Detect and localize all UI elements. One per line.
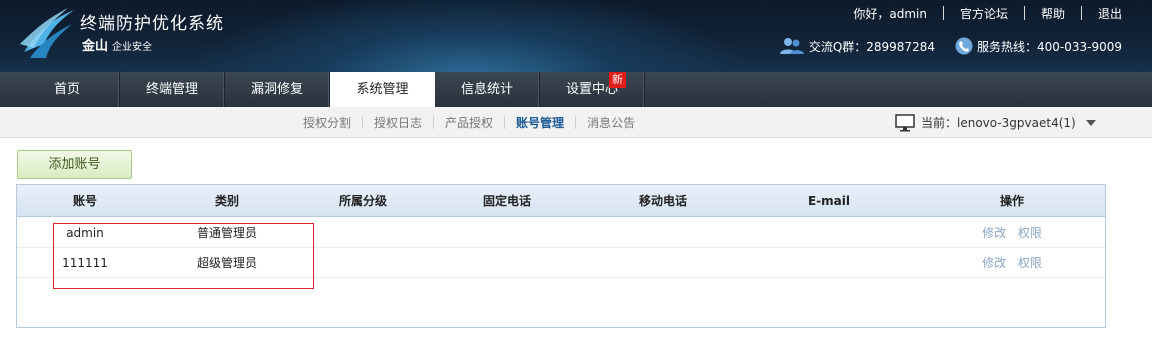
permissions-link[interactable]: 权限 — [1018, 226, 1042, 240]
phone-icon — [955, 37, 973, 55]
cell-account: 111111 — [62, 256, 108, 270]
monitor-icon — [895, 113, 915, 131]
app-title: 终端防护优化系统 — [80, 14, 224, 34]
cell-email — [779, 248, 879, 278]
cell-group — [313, 218, 413, 248]
subnav-item-auth-log[interactable]: 授权日志 — [363, 114, 433, 131]
add-account-button[interactable]: 添加账号 — [17, 150, 132, 179]
edit-link[interactable]: 修改 — [982, 226, 1006, 240]
help-link[interactable]: 帮助 — [1041, 5, 1065, 22]
chevron-down-icon[interactable] — [1085, 119, 1096, 126]
nav-item-stats[interactable]: 信息统计 — [435, 72, 540, 107]
accounts-table: 账号 类别 所属分级 固定电话 移动电话 E-mail 操作 admin 普通管… — [16, 184, 1106, 328]
table-row: admin 普通管理员 修改 权限 — [17, 218, 1105, 248]
edit-link[interactable]: 修改 — [982, 256, 1006, 270]
sub-nav: 授权分割 授权日志 产品授权 账号管理 消息公告 当前：lenovo-3gpva… — [0, 107, 1152, 138]
subnav-item-auth-split[interactable]: 授权分割 — [292, 114, 362, 131]
main-nav: 首页 终端管理 漏洞修复 系统管理 信息统计 设置中心 新 — [0, 72, 1152, 107]
cell-type: 普通管理员 — [196, 226, 257, 240]
cell-phone — [457, 248, 557, 278]
top-links: 你好，admin 官方论坛 帮助 退出 — [853, 4, 1122, 22]
cell-type: 超级管理员 — [196, 256, 257, 270]
nav-item-settings[interactable]: 设置中心 新 — [540, 72, 645, 107]
user-greeting: 你好，admin — [853, 6, 927, 21]
new-badge: 新 — [609, 72, 626, 88]
table-header: 账号 类别 所属分级 固定电话 移动电话 E-mail 操作 — [17, 185, 1105, 217]
current-terminal-label: 当前：lenovo-3gpvaet4(1) — [921, 116, 1076, 130]
subnav-item-accounts[interactable]: 账号管理 — [505, 114, 575, 131]
brand-subtitle: 企业安全 — [112, 42, 152, 53]
logout-link[interactable]: 退出 — [1098, 5, 1122, 22]
nav-item-home[interactable]: 首页 — [15, 72, 120, 107]
subnav-item-notices[interactable]: 消息公告 — [576, 114, 646, 131]
cell-mobile — [613, 218, 713, 248]
permissions-link[interactable]: 权限 — [1018, 256, 1042, 270]
table-row: 111111 超级管理员 修改 权限 — [17, 248, 1105, 278]
column-header-email: E-mail — [807, 194, 850, 208]
cell-mobile — [613, 248, 713, 278]
column-header-phone: 固定电话 — [482, 194, 531, 208]
cell-account: admin — [66, 226, 104, 240]
current-terminal: 当前：lenovo-3gpvaet4(1) — [895, 107, 1096, 138]
users-icon — [779, 38, 804, 54]
hotline-text: 服务热线：400-033-9009 — [976, 39, 1122, 54]
contact-info: 交流Q群：289987284 服务热线：400-033-9009 — [779, 37, 1122, 55]
column-header-actions: 操作 — [999, 194, 1024, 208]
column-header-mobile: 移动电话 — [638, 194, 687, 208]
cell-phone — [457, 218, 557, 248]
cell-actions: 修改 权限 — [947, 248, 1077, 278]
brand-name: 金山 — [82, 39, 109, 54]
cell-actions: 修改 权限 — [947, 218, 1077, 248]
column-header-account: 账号 — [72, 194, 97, 208]
nav-item-system[interactable]: 系统管理 — [330, 72, 435, 107]
nav-item-terminal[interactable]: 终端管理 — [120, 72, 225, 107]
forum-link[interactable]: 官方论坛 — [960, 5, 1008, 22]
divider — [1023, 6, 1025, 20]
column-header-group: 所属分级 — [338, 194, 387, 208]
cell-group — [313, 248, 413, 278]
nav-item-vuln-fix[interactable]: 漏洞修复 — [225, 72, 330, 107]
kingsoft-logo-icon — [20, 8, 74, 58]
subnav-item-product-auth[interactable]: 产品授权 — [434, 114, 504, 131]
cell-email — [779, 218, 879, 248]
divider — [1080, 6, 1082, 20]
column-header-type: 类别 — [214, 194, 239, 208]
header: 终端防护优化系统 金山 企业安全 你好，admin 官方论坛 帮助 退出 交流Q… — [0, 0, 1152, 72]
qq-group-text: 交流Q群：289987284 — [808, 39, 935, 54]
divider — [942, 6, 944, 20]
